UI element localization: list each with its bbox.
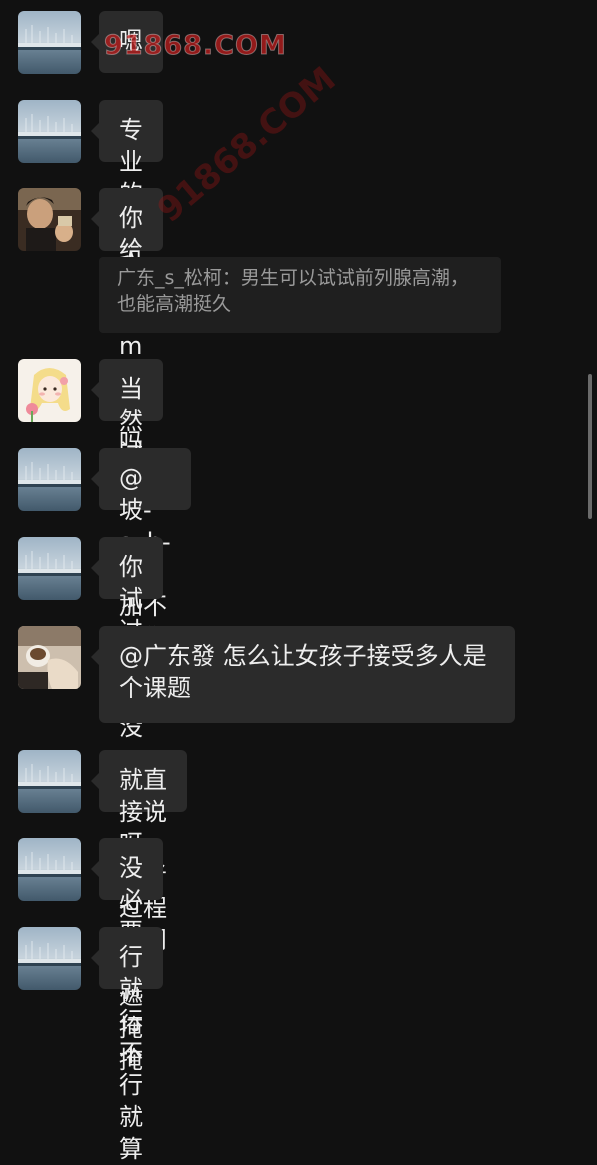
message-bubble[interactable]: 当然试过 xyxy=(91,359,163,499)
harbor-avatar[interactable] xyxy=(18,537,81,600)
harbor-avatar[interactable] xyxy=(18,750,81,813)
message-bubble[interactable]: 就直接说呀，或者过程中问 xyxy=(91,750,187,954)
message-bubble[interactable]: 专业的多人玩家 xyxy=(91,100,163,336)
harbor-avatar[interactable] xyxy=(18,927,81,990)
message-bubble[interactable]: @广东發 怎么让女孩子接受多人是个课题 xyxy=(91,626,515,723)
scrollbar[interactable] xyxy=(588,374,592,519)
harbor-avatar[interactable] xyxy=(18,100,81,163)
watermark-logo: 91868.COM xyxy=(104,30,287,62)
message-bubble[interactable]: 行就行不行就算 xyxy=(91,927,163,1163)
man-photo-avatar[interactable] xyxy=(18,188,81,251)
harbor-avatar[interactable] xyxy=(18,448,81,511)
quoted-reply[interactable]: 广东_s_松柯：男生可以试试前列腺高潮，也能高潮挺久 xyxy=(99,257,501,333)
harbor-avatar[interactable] xyxy=(18,838,81,901)
message-bubble[interactable]: 没必要遮遮掩掩 xyxy=(91,838,163,1074)
hand-cup-avatar[interactable] xyxy=(18,626,81,689)
harbor-avatar[interactable] xyxy=(18,11,81,74)
message-bubble[interactable]: @坡-sub-猫 加不了你 xyxy=(91,448,191,652)
message-bubble[interactable]: 你试过多人没 xyxy=(91,537,163,741)
watermark-diagonal: 91868.COM xyxy=(150,59,344,231)
cartoon-girl-avatar[interactable] xyxy=(18,359,81,422)
